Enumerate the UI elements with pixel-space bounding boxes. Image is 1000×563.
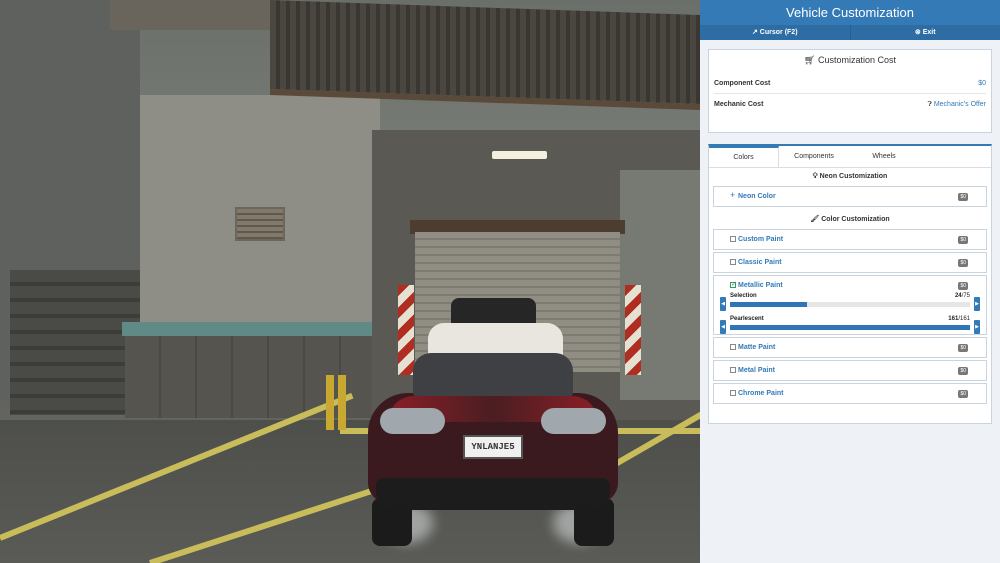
metal-paint-label: Metal Paint <box>738 367 775 374</box>
pearlescent-fill <box>730 325 970 330</box>
mechanics-offer-link[interactable]: ❓︎ Mechanic's Offer <box>928 101 986 109</box>
price-badge: $0 <box>958 344 968 352</box>
metallic-paint-label: Metallic Paint <box>738 282 783 289</box>
selection-slider[interactable]: Selection 24/75 ◀ ▶ <box>718 293 982 313</box>
corrugated-roof <box>270 0 700 111</box>
mechanic-cost-row: Mechanic Cost ❓︎ Mechanic's Offer <box>714 94 986 115</box>
exit-button[interactable]: ⊗ Exit <box>851 25 1000 40</box>
vehicle: YNLANJE5 <box>368 298 618 548</box>
customization-card: Colors Components Wheels 💡︎ Neon Customi… <box>708 144 992 424</box>
pearlescent-next-arrow-icon[interactable]: ▶ <box>974 320 980 334</box>
pearlescent-slider[interactable]: Pearlescent 161/161 ◀ ▶ <box>718 316 982 336</box>
mechanics-offer-label: Mechanic's Offer <box>933 100 986 108</box>
tab-components[interactable]: Components <box>779 146 849 167</box>
selection-current: 24 <box>954 293 962 299</box>
price-badge: $0 <box>958 367 968 375</box>
price-badge: $0 <box>958 390 968 398</box>
custom-paint-label: Custom Paint <box>738 236 784 243</box>
bollard <box>338 375 346 430</box>
lightbulb-icon: 💡︎ <box>812 173 818 180</box>
component-cost-label: Component Cost <box>714 79 771 87</box>
tab-colors[interactable]: Colors <box>709 146 779 167</box>
tab-bar: Colors Components Wheels <box>709 146 991 168</box>
classic-paint-label: Classic Paint <box>738 259 782 266</box>
neon-section-label: Neon Customization <box>819 173 888 180</box>
selection-count: 24/75 <box>955 293 970 299</box>
pearlescent-count: 161/161 <box>948 316 970 322</box>
chrome-paint-label: Chrome Paint <box>738 390 784 397</box>
neon-section-title: 💡︎ Neon Customization <box>709 168 991 186</box>
checkbox-icon[interactable] <box>730 236 736 242</box>
selection-track[interactable] <box>730 302 970 307</box>
price-badge: $0 <box>958 282 968 290</box>
pearlescent-track[interactable] <box>730 325 970 330</box>
selection-prev-arrow-icon[interactable]: ◀ <box>720 297 726 311</box>
checked-checkbox-icon[interactable] <box>730 280 737 288</box>
chrome-paint-option[interactable]: Chrome Paint $0 <box>713 383 987 404</box>
metal-paint-option[interactable]: Metal Paint $0 <box>713 360 987 381</box>
striped-post <box>625 285 641 375</box>
checkbox-icon[interactable] <box>730 344 736 350</box>
classic-paint-option[interactable]: Classic Paint $0 <box>713 252 987 273</box>
pearlescent-max: /161 <box>958 316 970 322</box>
selection-next-arrow-icon[interactable]: ▶ <box>974 297 980 311</box>
matte-paint-option[interactable]: Matte Paint $0 <box>713 337 987 358</box>
panel-title: Vehicle Customization <box>700 0 1000 25</box>
exit-icon: ⊗ <box>914 29 921 36</box>
pearlescent-current: 161 <box>948 316 959 322</box>
neon-color-label: Neon Color <box>738 193 776 200</box>
paintbrush-icon: 🖌︎ <box>810 216 820 223</box>
game-viewport: YNLANJE5 <box>0 0 700 563</box>
selection-label: Selection <box>730 293 757 299</box>
tail-light <box>380 408 445 434</box>
cursor-button-label: Cursor (F2) <box>759 29 798 36</box>
selection-max: /75 <box>961 293 970 299</box>
cost-title-label: Customization Cost <box>817 55 896 65</box>
neon-color-option[interactable]: + Neon Color $0 <box>713 186 987 207</box>
question-icon: ❓︎ <box>927 100 932 108</box>
exit-button-label: Exit <box>922 29 936 36</box>
checkbox-icon[interactable] <box>730 390 736 396</box>
checkbox-icon[interactable] <box>730 259 736 265</box>
panel-nav: ↗ Cursor (F2) ⊗ Exit <box>700 25 1000 40</box>
color-section-label: Color Customization <box>821 216 890 223</box>
matte-paint-label: Matte Paint <box>738 344 776 351</box>
price-badge: $0 <box>958 193 968 201</box>
wall-vent <box>235 207 285 241</box>
cart-icon: 🛒︎ <box>804 55 816 65</box>
color-section-title: 🖌︎ Color Customization <box>709 211 991 229</box>
bollard <box>326 375 334 430</box>
cost-title: 🛒︎ Customization Cost <box>709 50 991 73</box>
cursor-button[interactable]: ↗ Cursor (F2) <box>700 25 851 40</box>
price-badge: $0 <box>958 236 968 244</box>
customization-panel: Vehicle Customization ↗ Cursor (F2) ⊗ Ex… <box>700 0 1000 563</box>
checkbox-icon[interactable] <box>730 367 736 373</box>
price-badge: $0 <box>958 259 968 267</box>
component-cost-value: $0 <box>978 79 986 87</box>
cost-card: 🛒︎ Customization Cost Component Cost $0 … <box>708 49 992 133</box>
wall-rail <box>122 322 372 336</box>
rear-window <box>413 353 573 398</box>
tail-light <box>541 408 606 434</box>
dock-light <box>492 151 547 159</box>
plus-icon: + <box>730 190 736 200</box>
cursor-icon: ↗ <box>751 29 758 36</box>
left-roof <box>110 0 270 30</box>
mechanic-cost-label: Mechanic Cost <box>714 101 764 108</box>
rear-bumper <box>376 478 610 510</box>
license-plate: YNLANJE5 <box>463 435 523 459</box>
tab-wheels[interactable]: Wheels <box>849 146 919 167</box>
metallic-paint-option[interactable]: Metallic Paint $0 Selection 24/75 ◀ ▶ Pe… <box>713 275 987 335</box>
pearlescent-label: Pearlescent <box>730 316 764 322</box>
component-cost-row: Component Cost $0 <box>714 73 986 94</box>
selection-fill <box>730 302 807 307</box>
pearlescent-prev-arrow-icon[interactable]: ◀ <box>720 320 726 334</box>
custom-paint-option[interactable]: Custom Paint $0 <box>713 229 987 250</box>
